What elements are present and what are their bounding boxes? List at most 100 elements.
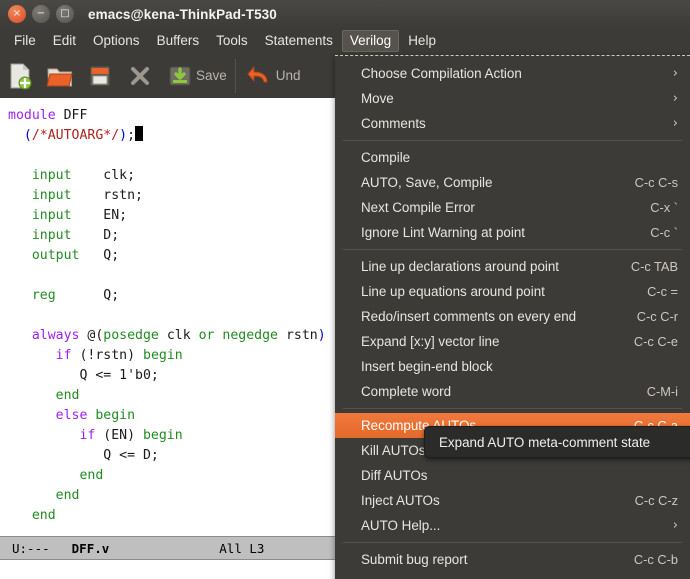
code-token: clk bbox=[158, 328, 199, 343]
menu-item-diff-autos[interactable]: Diff AUTOs bbox=[335, 463, 690, 488]
menu-item-insert-begin-end-block[interactable]: Insert begin-end block bbox=[335, 354, 690, 379]
menu-item-label: Expand [x:y] vector line bbox=[361, 334, 500, 349]
toolbar-close-buffer-button[interactable] bbox=[120, 56, 160, 96]
toolbar-undo-button[interactable]: Und bbox=[240, 56, 305, 96]
code-token: ; bbox=[127, 128, 136, 143]
chevron-right-icon: › bbox=[672, 116, 678, 131]
code-token: else bbox=[8, 408, 88, 423]
code-token: input bbox=[8, 208, 72, 223]
code-token: clk; bbox=[71, 168, 136, 183]
menu-item-version-and-faq[interactable]: Version and FAQ bbox=[335, 572, 690, 579]
code-token: begin bbox=[95, 408, 136, 423]
menu-item-comments[interactable]: Comments › bbox=[335, 111, 690, 136]
code-token: always bbox=[8, 328, 88, 343]
chevron-right-icon: › bbox=[672, 518, 678, 533]
code-token: if bbox=[8, 428, 96, 443]
menu-item-label: AUTO Help... bbox=[361, 518, 441, 533]
menu-item-shortcut: C-c C-z bbox=[634, 493, 678, 508]
menu-item-label: Submit bug report bbox=[361, 552, 468, 567]
menu-item-line-up-equations-around-point[interactable]: Line up equations around point C-c = bbox=[335, 279, 690, 304]
undo-icon bbox=[247, 66, 268, 82]
code-token: module bbox=[8, 108, 64, 123]
menu-item-label: Complete word bbox=[361, 384, 452, 399]
menu-item-inject-autos[interactable]: Inject AUTOs C-c C-z bbox=[335, 488, 690, 513]
minimize-icon: − bbox=[36, 8, 46, 19]
toolbar-save-as-button[interactable] bbox=[80, 56, 120, 96]
emacs-window: × − □ emacs@kena-ThinkPad-T530 File Edit O… bbox=[0, 0, 690, 579]
menu-item-ignore-lint-warning-at-point[interactable]: Ignore Lint Warning at point C-c ` bbox=[335, 220, 690, 245]
menu-item-complete-word[interactable]: Complete word C-M-i bbox=[335, 379, 690, 404]
menu-item-next-compile-error[interactable]: Next Compile Error C-x ` bbox=[335, 195, 690, 220]
menu-item-shortcut: C-c TAB bbox=[630, 259, 678, 274]
code-token: end bbox=[8, 508, 56, 523]
menu-item-shortcut: C-c C-e bbox=[633, 334, 678, 349]
code-token: ) bbox=[317, 328, 326, 343]
menubar-item-options[interactable]: Options bbox=[85, 30, 148, 52]
open-folder-icon bbox=[46, 68, 73, 86]
menu-item-label: Choose Compilation Action bbox=[361, 66, 522, 81]
menubar-item-statements[interactable]: Statements bbox=[257, 30, 341, 52]
menu-item-label: Comments bbox=[361, 116, 426, 131]
code-token: reg bbox=[8, 288, 56, 303]
code-token: rstn; bbox=[71, 188, 143, 203]
window-minimize-button[interactable]: − bbox=[32, 5, 50, 23]
code-token: Q; bbox=[55, 288, 120, 303]
menu-separator bbox=[343, 542, 682, 543]
close-x-icon bbox=[131, 66, 149, 85]
menu-item-submit-bug-report[interactable]: Submit bug report C-c C-b bbox=[335, 547, 690, 572]
menubar-item-help[interactable]: Help bbox=[400, 30, 444, 52]
toolbar-save-button[interactable]: Save bbox=[160, 56, 231, 96]
code-token: begin bbox=[143, 348, 183, 363]
menu-item-label: AUTO, Save, Compile bbox=[361, 175, 493, 190]
save-icon bbox=[169, 66, 191, 85]
menu-item-compile[interactable]: Compile bbox=[335, 145, 690, 170]
code-token: end bbox=[8, 388, 80, 403]
chevron-right-icon: › bbox=[672, 91, 678, 106]
verilog-menu-dropdown: Choose Compilation Action › Move › Comments ›… bbox=[335, 55, 690, 579]
menubar-item-verilog[interactable]: Verilog bbox=[341, 29, 400, 52]
code-token: Q; bbox=[79, 248, 120, 263]
menubar-item-buffers[interactable]: Buffers bbox=[149, 30, 208, 52]
save-as-icon bbox=[89, 65, 111, 86]
menu-item-auto-save-compile[interactable]: AUTO, Save, Compile C-c C-s bbox=[335, 170, 690, 195]
toolbar-open-file-button[interactable] bbox=[40, 56, 80, 96]
menu-item-auto-help[interactable]: AUTO Help... › bbox=[335, 513, 690, 538]
menu-item-shortcut: C-c C-b bbox=[633, 552, 678, 567]
code-token: or bbox=[198, 328, 215, 343]
toolbar-new-file-button[interactable] bbox=[0, 56, 40, 96]
menubar: File Edit Options Buffers Tools Statements Ver… bbox=[0, 28, 690, 53]
code-token: ( bbox=[8, 128, 32, 143]
code-token: input bbox=[8, 228, 72, 243]
window-close-button[interactable]: × bbox=[8, 5, 26, 23]
menu-item-redo-insert-comments-on-every-end[interactable]: Redo/insert comments on every end C-c C-r bbox=[335, 304, 690, 329]
menu-separator bbox=[343, 140, 682, 141]
menu-item-shortcut: C-c C-s bbox=[634, 175, 678, 190]
menubar-item-file[interactable]: File bbox=[6, 30, 44, 52]
menu-item-label: Line up equations around point bbox=[361, 284, 545, 299]
code-token: Q <= D; bbox=[8, 448, 159, 463]
text-cursor bbox=[135, 126, 144, 141]
menu-item-label: Insert begin-end block bbox=[361, 359, 493, 374]
window-title: emacs@kena-ThinkPad-T530 bbox=[88, 6, 277, 22]
menu-item-label: Line up declarations around point bbox=[361, 259, 560, 274]
menu-item-move[interactable]: Move › bbox=[335, 86, 690, 111]
menu-item-line-up-declarations-around-point[interactable]: Line up declarations around point C-c TAB bbox=[335, 254, 690, 279]
menu-item-shortcut: C-c ` bbox=[650, 225, 678, 240]
menubar-item-tools[interactable]: Tools bbox=[208, 30, 256, 52]
menu-item-choose-compilation-action[interactable]: Choose Compilation Action › bbox=[335, 61, 690, 86]
menu-item-label: Kill AUTOs bbox=[361, 443, 426, 458]
code-token: (!rstn) bbox=[71, 348, 143, 363]
menubar-item-edit[interactable]: Edit bbox=[45, 30, 84, 52]
modeline-buffer-name: DFF.v bbox=[71, 540, 110, 556]
menu-item-shortcut: C-c = bbox=[647, 284, 678, 299]
menu-item-expand-x-y-vector-line[interactable]: Expand [x:y] vector line C-c C-e bbox=[335, 329, 690, 354]
code-token: rstn bbox=[278, 328, 318, 343]
menu-separator bbox=[343, 249, 682, 250]
window-titlebar: × − □ emacs@kena-ThinkPad-T530 bbox=[0, 0, 690, 28]
code-token: EN; bbox=[71, 208, 128, 223]
code-token: ) bbox=[119, 128, 128, 143]
code-token: Q <= 1'b0; bbox=[8, 368, 159, 383]
code-token: (EN) bbox=[95, 428, 143, 443]
window-maximize-button[interactable]: □ bbox=[56, 5, 74, 23]
code-token: input bbox=[8, 168, 72, 183]
